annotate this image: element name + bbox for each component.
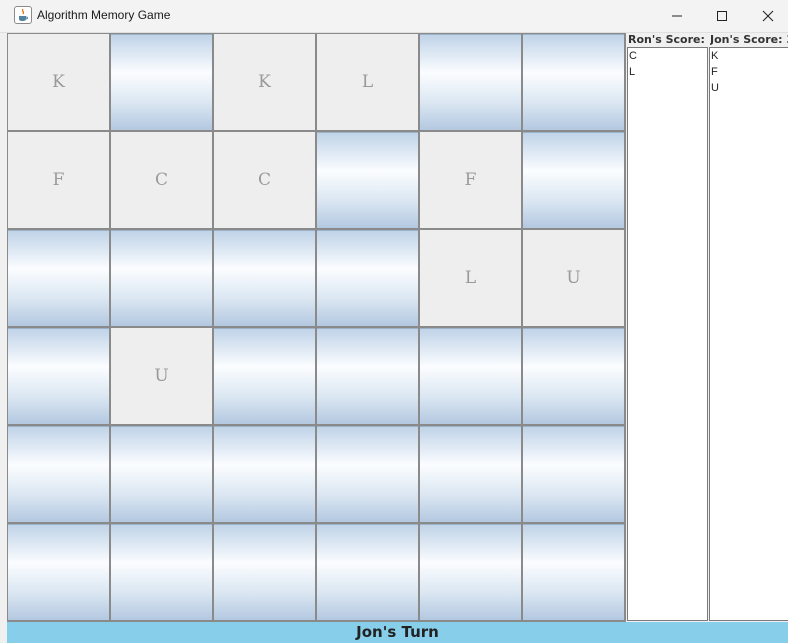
card-tile[interactable]	[317, 328, 418, 424]
card-tile[interactable]	[420, 328, 521, 424]
minimize-button[interactable]	[654, 0, 700, 32]
card-tile[interactable]: L	[420, 230, 521, 326]
window-title: Algorithm Memory Game	[37, 8, 171, 22]
jon-matches-list: KFU	[709, 47, 788, 621]
game-board: K K L F C C F L U U	[7, 33, 626, 622]
card-tile[interactable]	[420, 426, 521, 522]
matched-letter: K	[711, 50, 719, 62]
card-tile[interactable]	[523, 34, 624, 130]
card-tile[interactable]: L	[317, 34, 418, 130]
card-tile[interactable]	[214, 524, 315, 620]
maximize-button[interactable]	[699, 0, 745, 32]
java-cup-icon	[14, 6, 32, 24]
card-letter: F	[464, 170, 477, 190]
card-tile[interactable]	[8, 230, 109, 326]
card-tile[interactable]: C	[214, 132, 315, 228]
card-tile[interactable]: K	[8, 34, 109, 130]
card-tile[interactable]	[8, 524, 109, 620]
card-tile[interactable]: K	[214, 34, 315, 130]
card-tile[interactable]	[317, 230, 418, 326]
card-tile[interactable]	[214, 426, 315, 522]
jon-score-label: Jon's Score: 3	[710, 33, 788, 46]
matched-letter: F	[711, 66, 718, 78]
card-tile[interactable]	[317, 132, 418, 228]
card-letter: K	[52, 72, 65, 92]
minimize-icon	[672, 15, 682, 17]
matched-letter: L	[629, 66, 636, 78]
card-letter: C	[154, 170, 168, 190]
card-tile[interactable]	[523, 426, 624, 522]
maximize-icon	[717, 11, 727, 21]
card-letter: F	[52, 170, 65, 190]
card-letter: L	[464, 268, 477, 288]
card-letter: L	[361, 72, 374, 92]
turn-status: Jon's Turn	[7, 622, 788, 643]
ron-score-label: Ron's Score: 2	[628, 33, 708, 46]
card-tile[interactable]	[420, 524, 521, 620]
card-tile[interactable]: U	[111, 328, 212, 424]
close-icon	[762, 10, 774, 22]
card-tile[interactable]	[111, 34, 212, 130]
card-tile[interactable]	[8, 328, 109, 424]
card-tile[interactable]	[523, 524, 624, 620]
title-bar: Algorithm Memory Game	[0, 0, 788, 33]
ron-matches-list: CL	[627, 47, 708, 621]
card-tile[interactable]	[317, 524, 418, 620]
card-tile[interactable]	[214, 230, 315, 326]
card-tile[interactable]: C	[111, 132, 212, 228]
card-tile[interactable]	[111, 230, 212, 326]
matched-letter: U	[711, 82, 719, 94]
card-tile[interactable]	[111, 426, 212, 522]
card-tile[interactable]	[317, 426, 418, 522]
card-tile[interactable]	[214, 328, 315, 424]
card-tile[interactable]	[111, 524, 212, 620]
card-tile[interactable]	[8, 426, 109, 522]
card-letter: K	[258, 72, 271, 92]
card-tile[interactable]	[523, 132, 624, 228]
card-tile[interactable]: U	[523, 230, 624, 326]
card-letter: U	[566, 268, 581, 288]
card-letter: U	[154, 366, 169, 386]
matched-letter: C	[629, 50, 637, 62]
card-tile[interactable]	[420, 34, 521, 130]
close-button[interactable]	[745, 0, 788, 32]
card-tile[interactable]	[523, 328, 624, 424]
card-tile[interactable]: F	[420, 132, 521, 228]
card-tile[interactable]: F	[8, 132, 109, 228]
card-letter: C	[257, 170, 271, 190]
